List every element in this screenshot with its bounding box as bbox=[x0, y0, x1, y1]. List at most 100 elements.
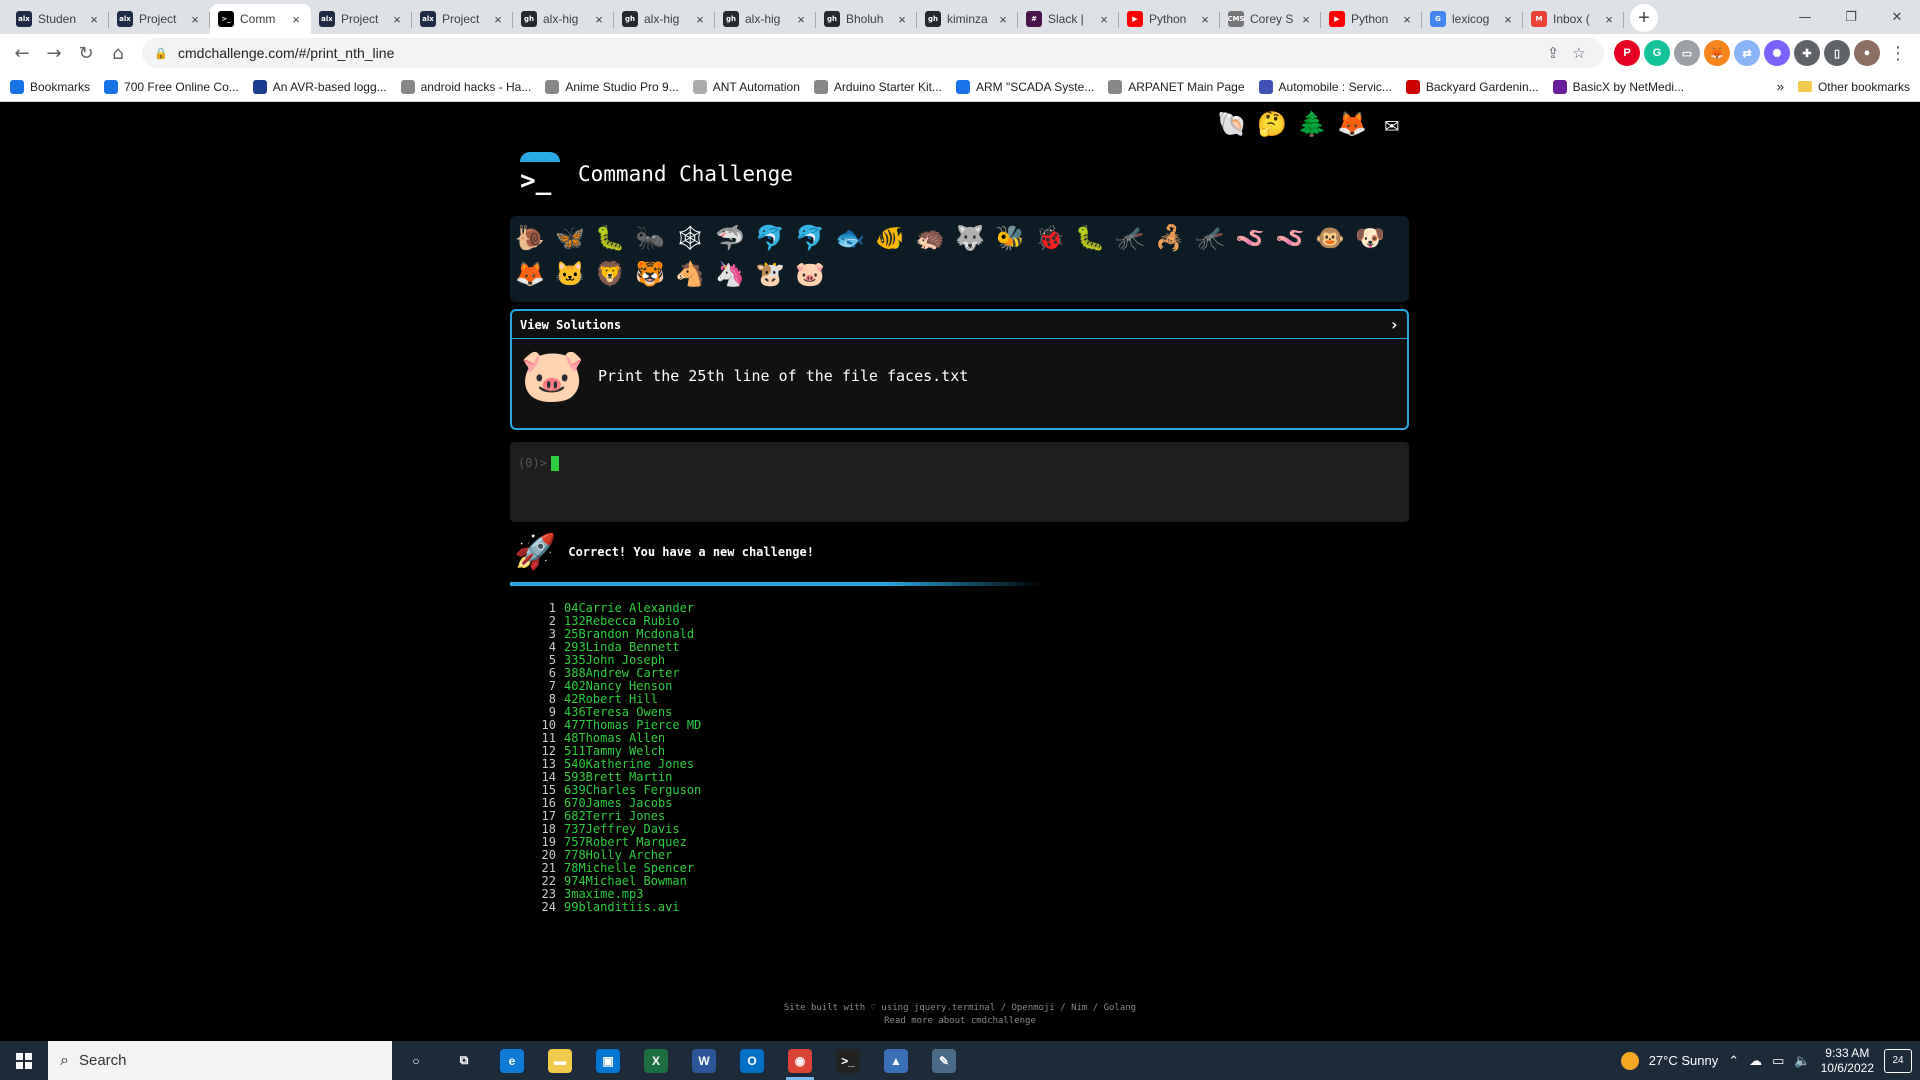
file-explorer-taskbar-button[interactable]: ▬ bbox=[536, 1041, 584, 1080]
bookmark-item[interactable]: Backyard Gardenin... bbox=[1405, 79, 1539, 94]
challenge-animal-icon[interactable]: 🐬 bbox=[754, 222, 786, 254]
close-window-button[interactable]: ✕ bbox=[1874, 0, 1920, 34]
challenge-animal-icon[interactable]: 🦟 bbox=[1114, 222, 1146, 254]
profile-avatar[interactable]: ● bbox=[1854, 40, 1880, 66]
bookmark-item[interactable]: Anime Studio Pro 9... bbox=[545, 79, 679, 94]
side-panel-icon[interactable]: ▯ bbox=[1824, 40, 1850, 66]
terminal-taskbar-button[interactable]: >_ bbox=[824, 1041, 872, 1080]
minimize-button[interactable]: — bbox=[1782, 0, 1828, 34]
close-tab-icon[interactable]: × bbox=[693, 12, 707, 27]
task-view-taskbar-button[interactable]: ○ bbox=[392, 1041, 440, 1080]
challenge-animal-icon[interactable]: 🐛 bbox=[594, 222, 626, 254]
browser-tab[interactable]: ▶ Python × bbox=[1119, 4, 1220, 34]
browser-tab[interactable]: Glexicog × bbox=[1422, 4, 1523, 34]
close-tab-icon[interactable]: × bbox=[592, 12, 606, 27]
browser-tab[interactable]: gh alx-hig × bbox=[513, 4, 614, 34]
challenge-animal-icon[interactable]: 🦂 bbox=[1154, 222, 1186, 254]
weather-text[interactable]: 27°C Sunny bbox=[1649, 1053, 1719, 1068]
excel-taskbar-button[interactable]: X bbox=[632, 1041, 680, 1080]
browser-tab[interactable]: alx Project × bbox=[109, 4, 210, 34]
challenge-animal-icon[interactable]: 🦟 bbox=[1194, 222, 1226, 254]
shell-icon[interactable]: 🐚 bbox=[1216, 108, 1248, 140]
challenge-animal-icon[interactable]: 🕸 bbox=[674, 222, 706, 254]
forward-button[interactable]: → bbox=[38, 37, 70, 69]
close-tab-icon[interactable]: × bbox=[1400, 12, 1414, 27]
share-icon[interactable]: ⇪ bbox=[1540, 44, 1566, 62]
new-tab-button[interactable]: + bbox=[1630, 4, 1658, 32]
address-bar[interactable]: 🔒 cmdchallenge.com/#/print_nth_line ⇪ ☆ bbox=[142, 38, 1604, 68]
close-tab-icon[interactable]: × bbox=[1097, 12, 1111, 27]
browser-tab[interactable]: gh alx-hig × bbox=[715, 4, 816, 34]
close-tab-icon[interactable]: × bbox=[289, 12, 303, 27]
challenge-animal-icon[interactable]: 🐛 bbox=[1074, 222, 1106, 254]
bookmark-item[interactable]: ARPANET Main Page bbox=[1108, 79, 1245, 94]
word-taskbar-button[interactable]: W bbox=[680, 1041, 728, 1080]
widgets-taskbar-button[interactable]: ⧉ bbox=[440, 1041, 488, 1080]
close-tab-icon[interactable]: × bbox=[996, 12, 1010, 27]
other-bookmarks-folder[interactable]: Other bookmarks bbox=[1797, 80, 1910, 94]
view-solutions-label[interactable]: View Solutions bbox=[520, 318, 621, 332]
bookmark-item[interactable]: 700 Free Online Co... bbox=[104, 79, 239, 94]
clock[interactable]: 9:33 AM 10/6/2022 bbox=[1821, 1046, 1874, 1076]
thinking-face-icon[interactable]: 🤔 bbox=[1256, 108, 1288, 140]
mail-icon[interactable]: ✉ bbox=[1376, 108, 1408, 140]
challenge-animal-icon[interactable]: 🐯 bbox=[634, 258, 666, 290]
sun-icon[interactable] bbox=[1620, 1051, 1639, 1070]
grammarly-extension-icon[interactable]: G bbox=[1644, 40, 1670, 66]
browser-tab[interactable]: >_ Comm × bbox=[210, 4, 311, 34]
bookmark-item[interactable]: ARM "SCADA Syste... bbox=[955, 79, 1094, 94]
challenge-animal-icon[interactable]: 🐺 bbox=[954, 222, 986, 254]
browser-tab[interactable]: alx Project × bbox=[311, 4, 412, 34]
network-icon[interactable]: ▭ bbox=[1772, 1053, 1784, 1069]
browser-tab[interactable]: CMS Corey S × bbox=[1220, 4, 1321, 34]
challenge-animal-icon[interactable]: 🦋 bbox=[554, 222, 586, 254]
bookmark-item[interactable]: Bookmarks bbox=[10, 79, 90, 94]
metamask-extension-icon[interactable]: 🦊 bbox=[1704, 40, 1730, 66]
challenge-animal-icon[interactable]: 🪱 bbox=[1234, 222, 1266, 254]
bookmark-item[interactable]: An AVR-based logg... bbox=[252, 79, 387, 94]
cast-extension-icon[interactable]: ▭ bbox=[1674, 40, 1700, 66]
bookmark-item[interactable]: ANT Automation bbox=[692, 79, 800, 94]
edge-taskbar-button[interactable]: e bbox=[488, 1041, 536, 1080]
challenge-animal-icon[interactable]: 🦁 bbox=[594, 258, 626, 290]
close-tab-icon[interactable]: × bbox=[895, 12, 909, 27]
view-solutions-header[interactable]: View Solutions › bbox=[512, 311, 1407, 339]
pinterest-extension-icon[interactable]: P bbox=[1614, 40, 1640, 66]
terminal-input[interactable]: (0)> bbox=[510, 442, 1409, 522]
browser-tab[interactable]: gh kiminza × bbox=[917, 4, 1018, 34]
challenge-animal-icon[interactable]: 🐵 bbox=[1314, 222, 1346, 254]
translate-extension-icon[interactable]: ⇄ bbox=[1734, 40, 1760, 66]
challenge-animal-icon[interactable]: 🐬 bbox=[794, 222, 826, 254]
maximize-button[interactable]: ❐ bbox=[1828, 0, 1874, 34]
chevron-up-icon[interactable]: ⌃ bbox=[1728, 1053, 1739, 1069]
taskbar-search[interactable]: ⌕ Search bbox=[48, 1041, 392, 1080]
gear-extension-icon[interactable]: ✺ bbox=[1764, 40, 1790, 66]
close-tab-icon[interactable]: × bbox=[87, 12, 101, 27]
app-1-taskbar-button[interactable]: ▲ bbox=[872, 1041, 920, 1080]
challenge-animal-icon[interactable]: 🐝 bbox=[994, 222, 1026, 254]
challenge-animal-icon[interactable]: 🦄 bbox=[714, 258, 746, 290]
challenge-animal-icon[interactable]: 🪱 bbox=[1274, 222, 1306, 254]
close-tab-icon[interactable]: × bbox=[491, 12, 505, 27]
bookmark-item[interactable]: android hacks - Ha... bbox=[400, 79, 531, 94]
kebab-menu-icon[interactable]: ⋮ bbox=[1882, 37, 1914, 69]
start-button[interactable] bbox=[0, 1041, 48, 1080]
volume-icon[interactable]: 🔈 bbox=[1794, 1053, 1810, 1069]
browser-tab[interactable]: ▶ Python × bbox=[1321, 4, 1422, 34]
cloud-icon[interactable]: ☁ bbox=[1749, 1053, 1762, 1069]
challenge-animal-icon[interactable]: 🦈 bbox=[714, 222, 746, 254]
challenge-animal-icon[interactable]: 🐟 bbox=[834, 222, 866, 254]
challenge-animal-icon[interactable]: 🐌 bbox=[514, 222, 546, 254]
close-tab-icon[interactable]: × bbox=[1198, 12, 1212, 27]
browser-tab[interactable]: gh alx-hig × bbox=[614, 4, 715, 34]
browser-tab[interactable]: alx Studen × bbox=[8, 4, 109, 34]
notifications-button[interactable]: 24 bbox=[1884, 1048, 1912, 1073]
browser-tab[interactable]: # Slack | × bbox=[1018, 4, 1119, 34]
close-tab-icon[interactable]: × bbox=[1501, 12, 1515, 27]
gitlab-icon[interactable]: 🦊 bbox=[1336, 108, 1368, 140]
challenge-animal-icon[interactable]: 🦊 bbox=[514, 258, 546, 290]
challenge-animal-icon[interactable]: 🐠 bbox=[874, 222, 906, 254]
bookmark-item[interactable]: Arduino Starter Kit... bbox=[813, 79, 942, 94]
back-button[interactable]: ← bbox=[6, 37, 38, 69]
bookmarks-overflow-button[interactable]: » bbox=[1777, 79, 1784, 94]
